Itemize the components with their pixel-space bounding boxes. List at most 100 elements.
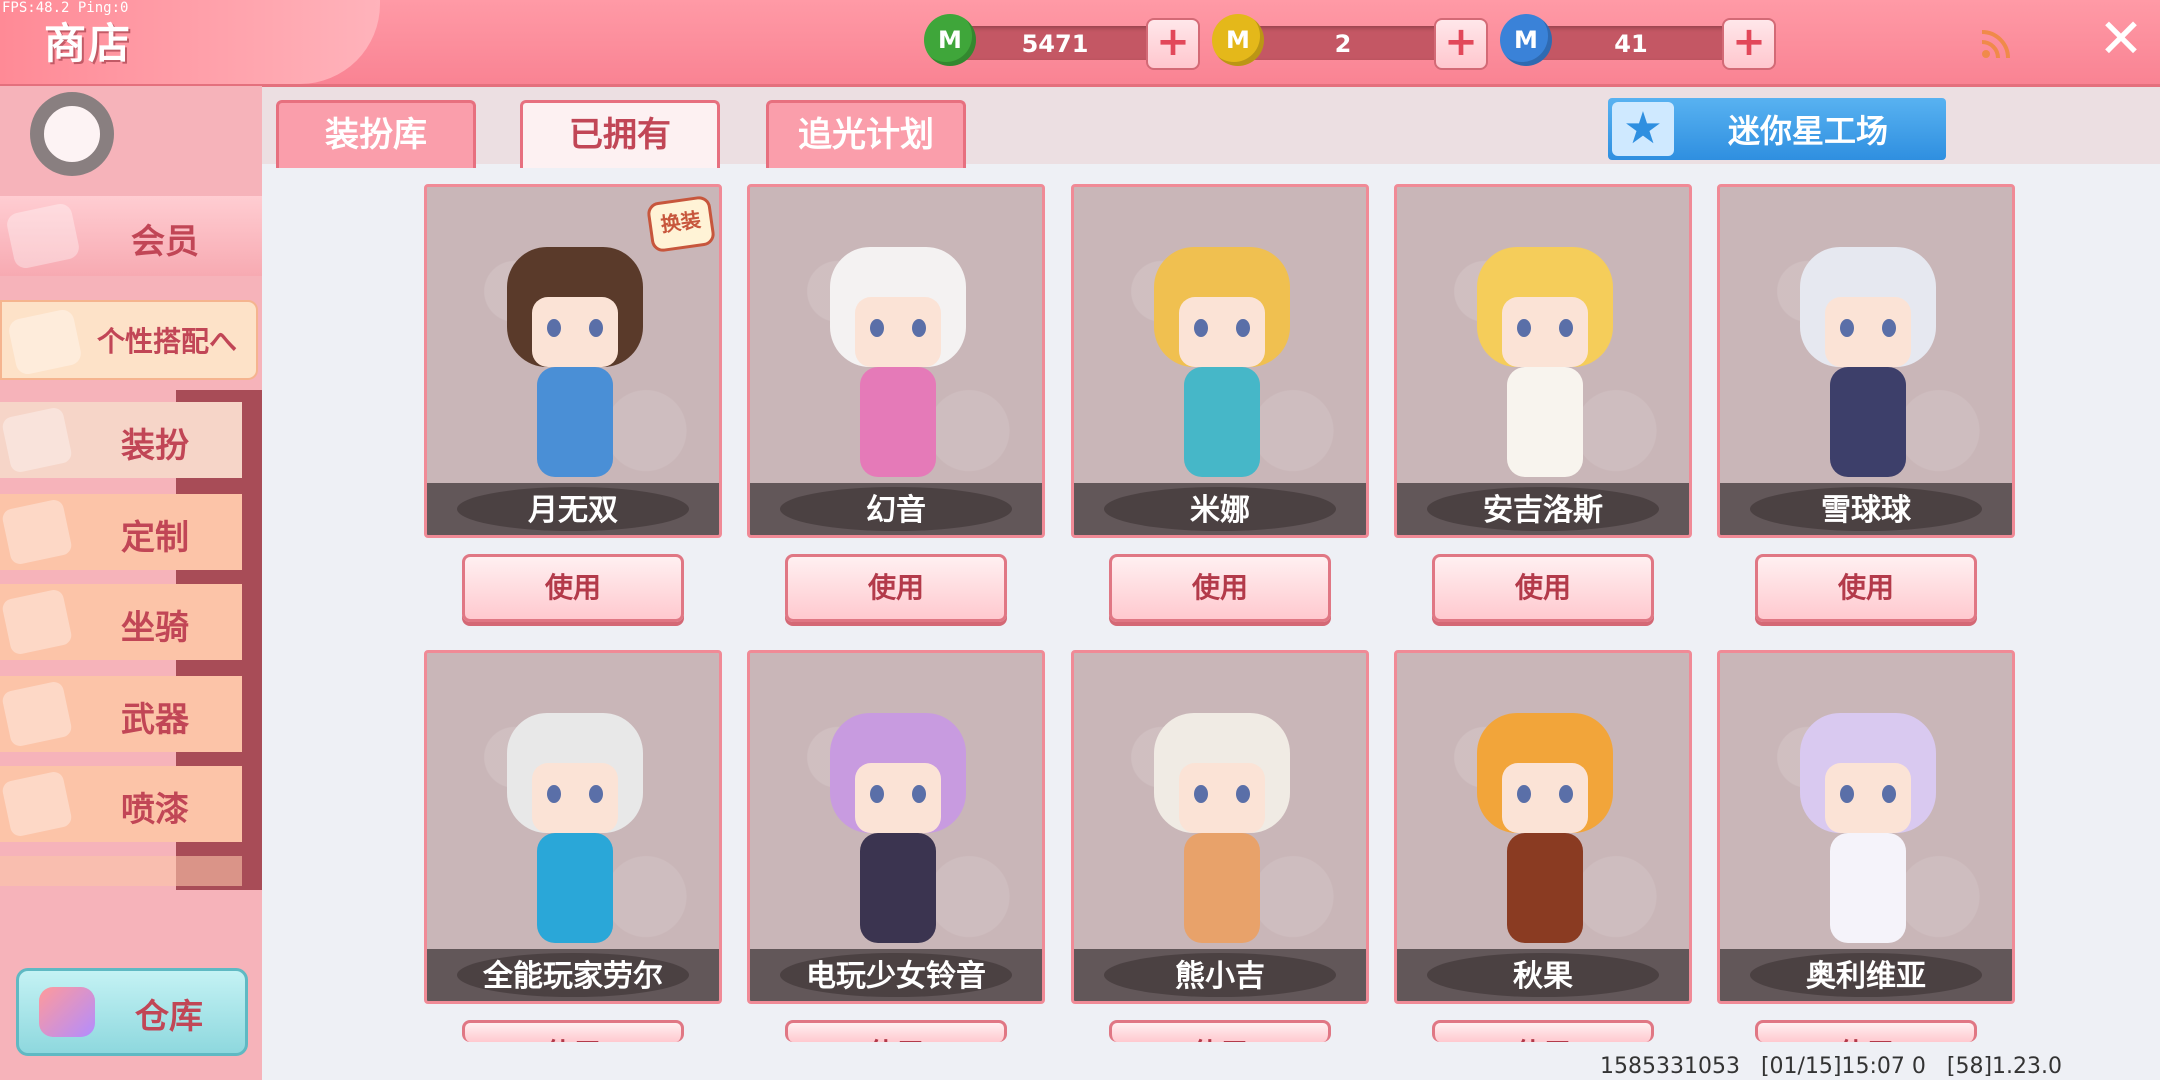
outfit-card[interactable]: 雪球球: [1717, 184, 2015, 538]
star-icon: ★: [1612, 102, 1674, 156]
mini-star-workshop-button[interactable]: ★ 迷你星工场: [1608, 98, 1946, 160]
outfit-card[interactable]: 安吉洛斯: [1394, 184, 1692, 538]
use-button[interactable]: 使用: [1432, 1020, 1654, 1042]
sidebar-item-custom[interactable]: 定制: [0, 494, 242, 570]
add-green-coin-button[interactable]: +: [1146, 18, 1200, 70]
character-eye: [1194, 785, 1208, 803]
sidebar-item-label: 装扮: [121, 426, 189, 466]
warehouse-label: 仓库: [135, 997, 203, 1037]
sidebar-item-weapon[interactable]: 武器: [0, 676, 242, 752]
character-eye: [870, 785, 884, 803]
currency-green: M 5471 +: [924, 14, 1214, 70]
character-portrait: [800, 227, 996, 497]
outfit-card[interactable]: 米娜: [1071, 184, 1369, 538]
character-face: [1179, 763, 1265, 833]
sidebar-item-label: 坐骑: [121, 608, 189, 648]
sidebar-item-member[interactable]: 会员: [0, 196, 262, 276]
character-body: [1184, 833, 1260, 943]
close-button[interactable]: ✕: [2094, 12, 2148, 68]
use-button[interactable]: 使用: [462, 1020, 684, 1042]
currency-gold: M 2 +: [1212, 14, 1502, 70]
character-portrait: [1124, 227, 1320, 497]
add-gold-coin-button[interactable]: +: [1434, 18, 1488, 70]
character-eye: [870, 319, 884, 337]
character-eye: [1882, 785, 1896, 803]
character-face: [1502, 763, 1588, 833]
outfit-name: 雪球球: [1821, 493, 1911, 528]
outfit-name: 电玩少女铃音: [806, 959, 986, 994]
tab-owned[interactable]: 已拥有: [520, 100, 720, 168]
add-blue-coin-button[interactable]: +: [1722, 18, 1776, 70]
outfit-card[interactable]: 电玩少女铃音: [747, 650, 1045, 1004]
use-button[interactable]: 使用: [1109, 1020, 1331, 1042]
outfit-card[interactable]: 换装月无双: [424, 184, 722, 538]
character-portrait: [1447, 227, 1643, 497]
character-face: [1179, 297, 1265, 367]
character-eye: [1236, 319, 1250, 337]
mini-star-workshop-label: 迷你星工场: [1727, 112, 1888, 150]
currency-amount: 5471: [1021, 30, 1089, 58]
hanger-icon: [6, 307, 84, 377]
chest-icon: [39, 987, 95, 1037]
page-title: 商店: [44, 19, 133, 68]
character-body: [1830, 833, 1906, 943]
use-button[interactable]: 使用: [785, 554, 1007, 622]
outfit-card[interactable]: 秋果: [1394, 650, 1692, 1004]
sidebar-item-mount[interactable]: 坐骑: [0, 584, 242, 660]
gun-icon: [0, 680, 74, 748]
sidebar-item-partial: [0, 856, 242, 886]
blue-mini-coin-icon: M: [1500, 14, 1552, 66]
character-face: [855, 763, 941, 833]
character-portrait: [1770, 227, 1966, 497]
sidebar-item-label: 个性搭配へ: [92, 320, 242, 360]
outfit-name: 安吉洛斯: [1483, 493, 1603, 528]
outfit-name: 熊小吉: [1175, 959, 1265, 994]
sidebar-item-spray[interactable]: 喷漆: [0, 766, 242, 842]
outfit-card[interactable]: 奥利维亚: [1717, 650, 2015, 1004]
character-portrait: [477, 693, 673, 963]
character-eye: [1840, 785, 1854, 803]
character-eye: [1840, 319, 1854, 337]
use-button[interactable]: 使用: [1755, 1020, 1977, 1042]
sidebar-item-label: 定制: [121, 518, 189, 558]
sidebar-item-outfit-menu[interactable]: 个性搭配へ: [0, 300, 258, 380]
use-button[interactable]: 使用: [1109, 554, 1331, 622]
tab-outfit-library[interactable]: 装扮库: [276, 100, 476, 168]
outfit-name: 米娜: [1190, 493, 1250, 528]
use-button[interactable]: 使用: [1755, 554, 1977, 622]
sidebar-item-label: 武器: [121, 700, 189, 740]
pencil-icon: [0, 498, 74, 566]
change-outfit-badge[interactable]: 换装: [645, 194, 717, 254]
character-face: [532, 297, 618, 367]
character-face: [1825, 763, 1911, 833]
outfit-name: 月无双: [528, 493, 618, 528]
outfit-card[interactable]: 幻音: [747, 184, 1045, 538]
character-eye: [1559, 785, 1573, 803]
outfit-card[interactable]: 全能玩家劳尔: [424, 650, 722, 1004]
warehouse-button[interactable]: 仓库: [16, 968, 248, 1056]
character-portrait: [1447, 693, 1643, 963]
character-eye: [1517, 319, 1531, 337]
character-face: [532, 763, 618, 833]
outfit-name: 秋果: [1513, 959, 1573, 994]
character-body: [537, 367, 613, 477]
green-mini-coin-icon: M: [924, 14, 976, 66]
character-body: [537, 833, 613, 943]
use-button[interactable]: 使用: [1432, 554, 1654, 622]
gold-mini-coin-icon: M: [1212, 14, 1264, 66]
outfit-card[interactable]: 熊小吉: [1071, 650, 1369, 1004]
tab-light-chase-plan[interactable]: 追光计划: [766, 100, 966, 168]
character-eye: [1194, 319, 1208, 337]
chevron-up-icon: へ: [209, 325, 238, 358]
use-button[interactable]: 使用: [785, 1020, 1007, 1042]
character-eye: [547, 319, 561, 337]
character-eye: [589, 785, 603, 803]
character-body: [860, 833, 936, 943]
spray-can-icon: [0, 770, 74, 838]
character-portrait: [800, 693, 996, 963]
character-body: [1184, 367, 1260, 477]
sidebar-item-outfit[interactable]: 装扮: [0, 402, 242, 478]
use-button[interactable]: 使用: [462, 554, 684, 622]
floating-joystick-button[interactable]: [30, 92, 114, 176]
build-info: 1585331053 [01/15]15:07 0 [58]1.23.0: [1600, 1054, 2063, 1079]
